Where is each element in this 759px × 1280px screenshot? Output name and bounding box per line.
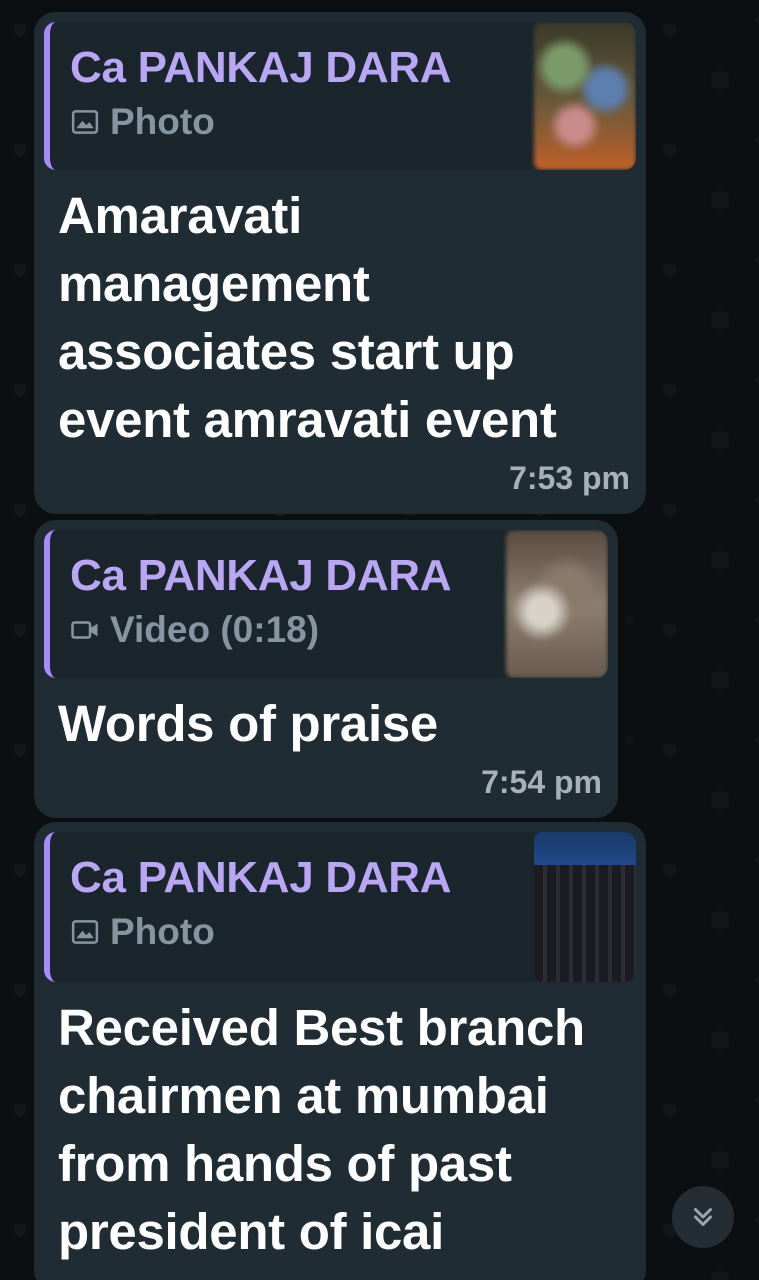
image-icon [71,110,99,134]
double-chevron-down-icon [694,1208,712,1226]
photo-thumbnail[interactable] [534,22,636,170]
video-camera-icon [71,621,98,639]
quote-media-label: Video (0:18) [110,609,320,650]
message-text: Received Best branch chairmen at mumbai … [58,999,585,1260]
quote-author: Ca PANKAJ DARA [70,43,452,92]
message-bubble[interactable]: Ca PANKAJ DARA Photo Received Best branc… [34,822,646,1280]
quoted-message[interactable]: Ca PANKAJ DARA Photo [44,22,636,170]
message-time: 7:54 pm [481,764,602,800]
message-text: Words of praise [58,695,438,752]
video-thumbnail[interactable] [506,530,608,678]
quoted-message[interactable]: Ca PANKAJ DARA Photo [44,832,636,982]
quote-author: Ca PANKAJ DARA [70,853,452,902]
quote-media-label: Photo [110,911,215,952]
photo-thumbnail[interactable] [534,832,636,982]
message-text: Amaravati management associates start up… [58,187,557,448]
quoted-message[interactable]: Ca PANKAJ DARA Video (0:18) [44,530,608,678]
image-icon [71,920,99,944]
chat-background: Ca PANKAJ DARA Photo Amaravati managemen… [0,0,759,1280]
message-bubble[interactable]: Ca PANKAJ DARA Photo Amaravati managemen… [34,12,646,514]
quote-author: Ca PANKAJ DARA [70,551,452,600]
quote-media-label: Photo [110,101,215,142]
scroll-to-bottom-button[interactable] [672,1186,734,1248]
message-bubble[interactable]: Ca PANKAJ DARA Video (0:18) Words of pra… [34,520,618,818]
message-time: 7:53 pm [509,460,630,496]
